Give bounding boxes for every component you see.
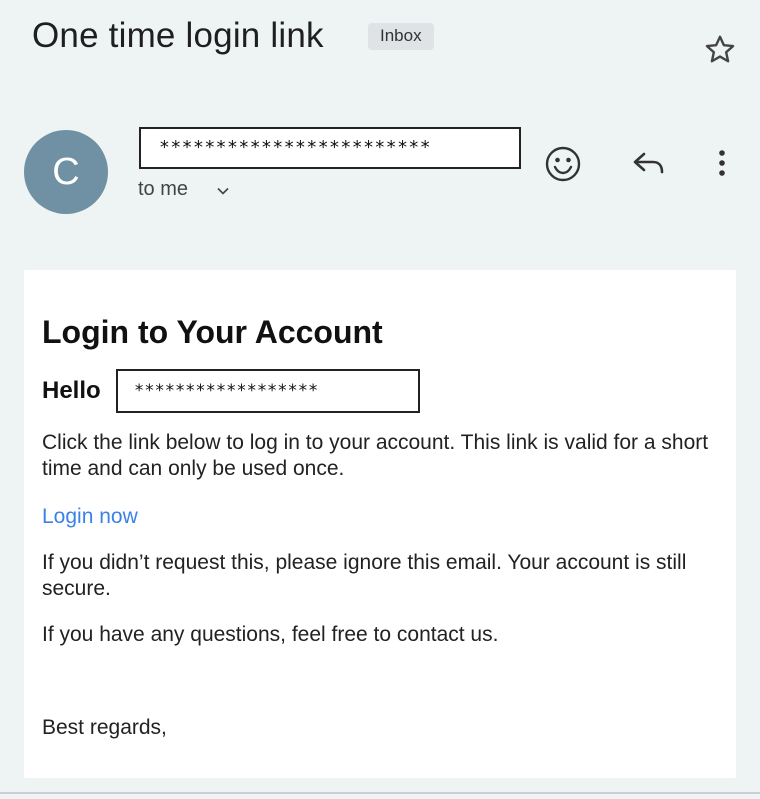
- sender-name-redacted: ************************: [139, 127, 521, 169]
- instruction-paragraph: Click the link below to log in to your a…: [42, 431, 709, 480]
- security-notice-paragraph: If you didn’t request this, please ignor…: [42, 551, 687, 600]
- email-body-card: Login to Your Account Hello ************…: [24, 270, 736, 778]
- more-vertical-icon[interactable]: [712, 145, 732, 183]
- chevron-down-icon[interactable]: [216, 184, 230, 198]
- recipient-label[interactable]: to me: [138, 178, 188, 201]
- emoji-reaction-icon[interactable]: [544, 145, 582, 183]
- closing-text: Best regards,: [42, 716, 167, 739]
- email-subject: One time login link: [32, 16, 324, 55]
- contact-paragraph: If you have any questions, feel free to …: [42, 623, 499, 646]
- recipient-name-redacted: ******************: [116, 369, 420, 413]
- email-body-title: Login to Your Account: [42, 314, 383, 350]
- email-header: One time login link Inbox: [0, 0, 760, 100]
- sender-avatar[interactable]: C: [24, 130, 108, 214]
- inbox-label-badge[interactable]: Inbox: [368, 23, 434, 50]
- greeting-text: Hello: [42, 377, 101, 404]
- login-now-link[interactable]: Login now: [42, 505, 138, 529]
- star-icon[interactable]: [702, 32, 738, 68]
- reply-icon[interactable]: [630, 148, 668, 180]
- bottom-divider: [0, 792, 760, 794]
